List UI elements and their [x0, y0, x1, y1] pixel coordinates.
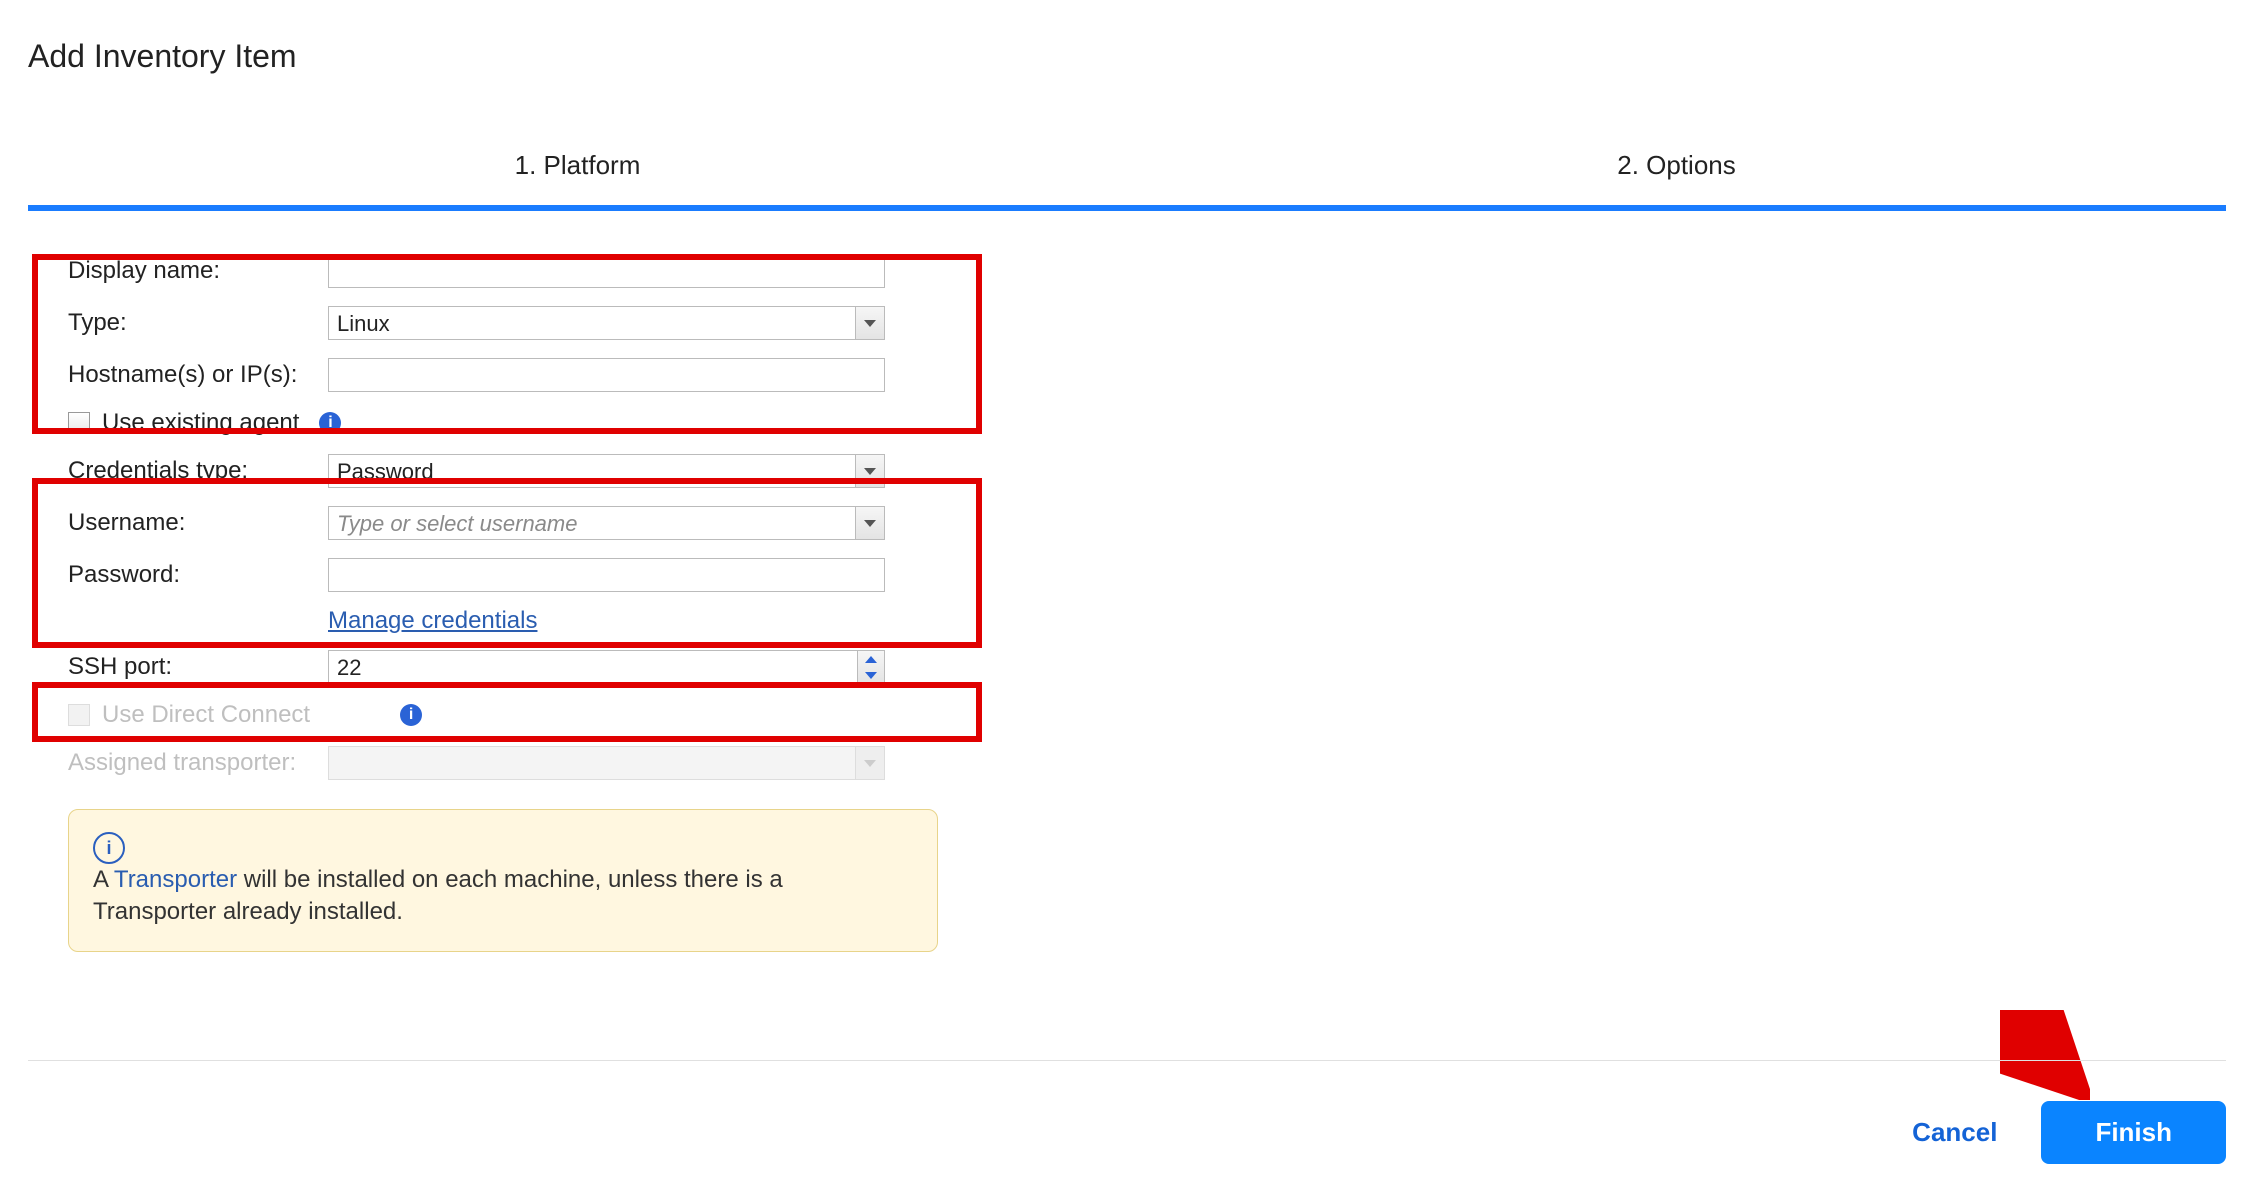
row-ssh-port: SSH port: 22 — [28, 641, 1008, 693]
dialog-footer: Cancel Finish — [28, 1060, 2226, 1061]
form-area: Display name: Type: Linux Hostname(s) or… — [28, 245, 1008, 952]
use-direct-connect-label: Use Direct Connect — [102, 701, 310, 729]
type-select-value: Linux — [337, 311, 390, 337]
username-combo[interactable]: Type or select username — [328, 506, 885, 540]
cancel-button[interactable]: Cancel — [1904, 1107, 2005, 1158]
chevron-down-icon — [855, 747, 884, 779]
label-hostnames: Hostname(s) or IP(s): — [28, 361, 328, 389]
transporter-note: i A Transporter will be installed on eac… — [68, 809, 938, 952]
credentials-type-value: Password — [337, 459, 434, 485]
use-direct-connect-checkbox — [68, 704, 90, 726]
row-manage-credentials: Manage credentials — [28, 601, 1008, 641]
use-existing-agent-checkbox[interactable] — [68, 412, 90, 434]
wizard-step-options[interactable]: 2. Options — [1127, 150, 2226, 205]
chevron-down-icon[interactable] — [855, 307, 884, 339]
row-hostnames: Hostname(s) or IP(s): — [28, 349, 1008, 401]
dialog-add-inventory-item: Add Inventory Item 1. Platform 2. Option… — [0, 0, 2254, 1190]
label-type: Type: — [28, 309, 328, 337]
manage-credentials-link[interactable]: Manage credentials — [328, 607, 537, 634]
row-use-direct-connect: Use Direct Connect i — [28, 693, 1008, 737]
spinner-down-icon[interactable] — [858, 667, 884, 683]
info-icon[interactable]: i — [400, 704, 422, 726]
row-password: Password: — [28, 549, 1008, 601]
username-placeholder: Type or select username — [337, 511, 577, 537]
use-existing-agent-label: Use existing agent — [102, 409, 299, 437]
label-assigned-transporter: Assigned transporter: — [28, 749, 328, 777]
assigned-transporter-select — [328, 746, 885, 780]
label-display-name: Display name: — [28, 257, 328, 285]
note-text: A Transporter will be installed on each … — [93, 864, 873, 929]
label-password: Password: — [28, 561, 328, 589]
chevron-down-icon[interactable] — [855, 455, 884, 487]
row-assigned-transporter: Assigned transporter: — [28, 737, 1008, 789]
spinner-up-icon[interactable] — [858, 651, 884, 667]
label-username: Username: — [28, 509, 328, 537]
hostnames-input[interactable] — [328, 358, 885, 392]
label-ssh-port: SSH port: — [28, 653, 328, 681]
row-use-existing-agent: Use existing agent i — [28, 401, 1008, 445]
label-credentials-type: Credentials type: — [28, 457, 328, 485]
wizard-step-platform[interactable]: 1. Platform — [28, 150, 1127, 205]
credentials-type-select[interactable]: Password — [328, 454, 885, 488]
info-icon: i — [93, 832, 125, 864]
chevron-down-icon[interactable] — [855, 507, 884, 539]
dialog-title: Add Inventory Item — [28, 38, 297, 75]
password-input[interactable] — [328, 558, 885, 592]
finish-button[interactable]: Finish — [2041, 1101, 2226, 1164]
row-display-name: Display name: — [28, 245, 1008, 297]
row-type: Type: Linux — [28, 297, 1008, 349]
ssh-port-spinner[interactable]: 22 — [328, 650, 885, 684]
ssh-port-value: 22 — [337, 655, 361, 681]
type-select[interactable]: Linux — [328, 306, 885, 340]
info-icon[interactable]: i — [319, 412, 341, 434]
row-credentials-type: Credentials type: Password — [28, 445, 1008, 497]
transporter-link[interactable]: Transporter — [114, 866, 237, 893]
arrow-annotation-icon — [2000, 1010, 2090, 1100]
row-username: Username: Type or select username — [28, 497, 1008, 549]
wizard-steps: 1. Platform 2. Options — [28, 150, 2226, 211]
display-name-input[interactable] — [328, 254, 885, 288]
